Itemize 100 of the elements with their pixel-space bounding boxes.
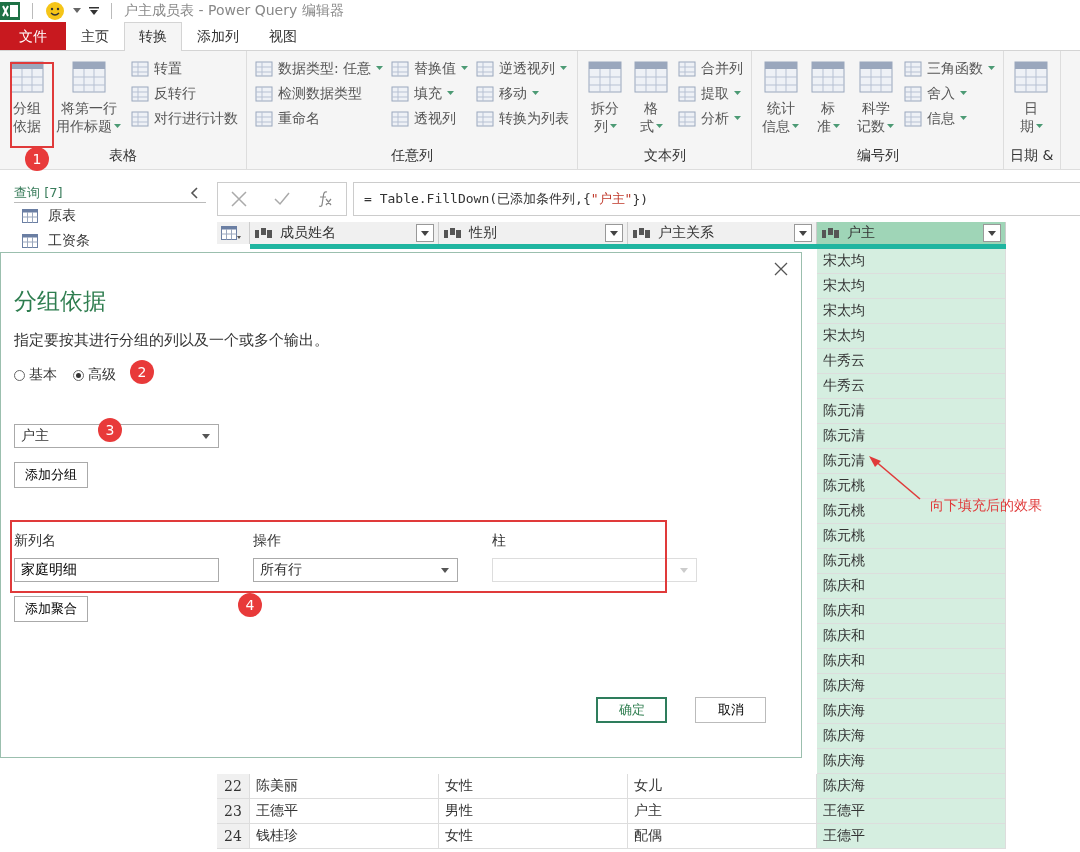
table-cell: 王德平 bbox=[250, 799, 439, 824]
caret-icon bbox=[680, 567, 688, 573]
grid-icon bbox=[634, 61, 669, 93]
ribbon-button[interactable]: 格 式 bbox=[630, 55, 673, 147]
window-title: 户主成员表 - Power Query 编辑器 bbox=[124, 2, 344, 20]
table-cell: 陈庆和 bbox=[817, 649, 1006, 674]
table-cell: 宋太均 bbox=[817, 274, 1006, 299]
ribbon-button[interactable]: 科学 记数 bbox=[853, 55, 899, 147]
column-header-cell[interactable]: 性别 bbox=[439, 222, 628, 244]
caret-icon bbox=[441, 567, 449, 573]
close-icon[interactable] bbox=[774, 262, 788, 276]
ribbon-button[interactable]: 重命名 bbox=[253, 107, 386, 130]
table-cell: 陈元桃 bbox=[817, 474, 1006, 499]
caret-icon bbox=[799, 230, 807, 236]
ribbon-button[interactable]: 日 期 bbox=[1010, 55, 1053, 147]
column-header-cell[interactable]: 户主 bbox=[817, 222, 1006, 244]
grid-icon bbox=[1014, 61, 1049, 93]
grid-icon bbox=[255, 85, 273, 102]
ribbon-button[interactable]: 转换为列表 bbox=[474, 107, 572, 130]
smiley-icon[interactable] bbox=[45, 1, 65, 21]
table-cell: 陈元桃 bbox=[817, 524, 1006, 549]
add-group-button[interactable]: 添加分组 bbox=[14, 462, 88, 488]
ribbon-button[interactable]: 透视列 bbox=[389, 107, 471, 130]
cancel-button[interactable]: 取消 bbox=[695, 697, 766, 723]
collapse-icon[interactable] bbox=[190, 187, 198, 199]
ribbon-button[interactable]: 提取 bbox=[676, 82, 746, 105]
ribbon-button[interactable]: 统计 信息 bbox=[758, 55, 804, 147]
grid-icon bbox=[255, 110, 273, 127]
customize-icon[interactable] bbox=[89, 7, 99, 15]
table-cell: 陈庆和 bbox=[817, 624, 1006, 649]
pointer-arrow bbox=[869, 456, 921, 500]
type-icon[interactable] bbox=[632, 227, 652, 239]
column-header[interactable]: 户主 bbox=[847, 224, 977, 242]
new-column-input[interactable]: 家庭明细 bbox=[14, 558, 219, 582]
filter-button[interactable] bbox=[983, 224, 1001, 242]
add-aggregation-button[interactable]: 添加聚合 bbox=[14, 596, 88, 622]
ribbon-button[interactable]: 替换值 bbox=[389, 57, 471, 80]
queries-header[interactable]: 查询 [7] bbox=[14, 184, 63, 202]
table-icon bbox=[22, 208, 38, 223]
column-header-cell[interactable]: 户主关系 bbox=[628, 222, 817, 244]
column-header-cell[interactable]: 成员姓名 bbox=[250, 222, 439, 244]
ribbon-button[interactable]: 填充 bbox=[389, 82, 471, 105]
ribbon-button[interactable]: 逆透视列 bbox=[474, 57, 572, 80]
grid-icon bbox=[904, 110, 923, 127]
check-icon[interactable] bbox=[273, 190, 291, 208]
ribbon-button[interactable]: 分析 bbox=[676, 107, 746, 130]
field-label: 操作 bbox=[253, 532, 282, 550]
ribbon-button[interactable]: 三角函数 bbox=[902, 57, 998, 80]
ribbon-button[interactable]: 数据类型: 任意 bbox=[253, 57, 386, 80]
type-icon[interactable] bbox=[443, 227, 463, 239]
caret-icon bbox=[988, 230, 996, 236]
table-icon bbox=[22, 233, 38, 248]
caret-icon[interactable] bbox=[73, 8, 81, 14]
group-label: 任意列 bbox=[391, 147, 434, 165]
table-cell: 王德平 bbox=[817, 799, 1006, 824]
grid-icon bbox=[858, 61, 893, 93]
table-cell: 牛秀云 bbox=[817, 374, 1006, 399]
ribbon-button[interactable]: 标 准 bbox=[807, 55, 850, 147]
table-cell: 陈美丽 bbox=[250, 774, 439, 799]
table-cell: 陈庆和 bbox=[817, 599, 1006, 624]
formula-field[interactable]: = Table.FillDown(已添加条件列,{"户主"}) bbox=[353, 182, 1080, 216]
query-item[interactable]: 原表 bbox=[14, 203, 210, 228]
ok-button[interactable]: 确定 bbox=[596, 697, 667, 723]
ribbon-button[interactable]: 信息 bbox=[902, 107, 998, 130]
ribbon-button[interactable]: 对行进行计数 bbox=[129, 107, 240, 130]
grid-icon bbox=[588, 61, 623, 93]
ribbon-button[interactable]: 反转行 bbox=[129, 82, 240, 105]
table-cell: 陈庆海 bbox=[817, 724, 1006, 749]
type-icon[interactable] bbox=[821, 227, 841, 239]
radio-option[interactable]: 基本 bbox=[14, 366, 57, 384]
table-cell: 陈庆海 bbox=[817, 699, 1006, 724]
ribbon-tab[interactable]: 转换 bbox=[124, 22, 182, 51]
radio-option[interactable]: 高级 bbox=[73, 366, 116, 384]
filter-button[interactable] bbox=[794, 224, 812, 242]
type-icon[interactable] bbox=[254, 227, 274, 239]
column-header[interactable]: 成员姓名 bbox=[280, 224, 410, 242]
grid-icon bbox=[476, 85, 495, 102]
ribbon-button[interactable]: 拆分 列 bbox=[584, 55, 627, 147]
column-header[interactable]: 性别 bbox=[469, 224, 599, 242]
ribbon-button[interactable]: 分组 依据 bbox=[6, 55, 48, 147]
ribbon-tab[interactable]: 文件 bbox=[0, 22, 66, 50]
ribbon-button[interactable]: 舍入 bbox=[902, 82, 998, 105]
grid-icon bbox=[476, 60, 495, 77]
operation-dropdown[interactable]: 所有行 bbox=[253, 558, 458, 582]
filter-button[interactable] bbox=[416, 224, 434, 242]
ribbon-button[interactable]: 将第一行 用作标题 bbox=[52, 55, 125, 147]
column-header[interactable]: 户主关系 bbox=[658, 224, 788, 242]
ribbon-button[interactable]: 检测数据类型 bbox=[253, 82, 386, 105]
table-cell: 陈庆海 bbox=[817, 774, 1006, 799]
table-cell: 女性 bbox=[439, 824, 628, 849]
table-cell: 陈庆和 bbox=[817, 574, 1006, 599]
ribbon-button[interactable]: 移动 bbox=[474, 82, 572, 105]
grid-icon bbox=[391, 60, 410, 77]
ribbon-button[interactable]: 合并列 bbox=[676, 57, 746, 80]
ribbon-button[interactable]: 转置 bbox=[129, 57, 240, 80]
table-cell: 陈元桃 bbox=[817, 549, 1006, 574]
field-label: 新列名 bbox=[14, 532, 57, 550]
filter-button[interactable] bbox=[605, 224, 623, 242]
query-item[interactable]: 工资条 bbox=[14, 228, 210, 253]
table-menu-icon[interactable] bbox=[221, 226, 241, 240]
